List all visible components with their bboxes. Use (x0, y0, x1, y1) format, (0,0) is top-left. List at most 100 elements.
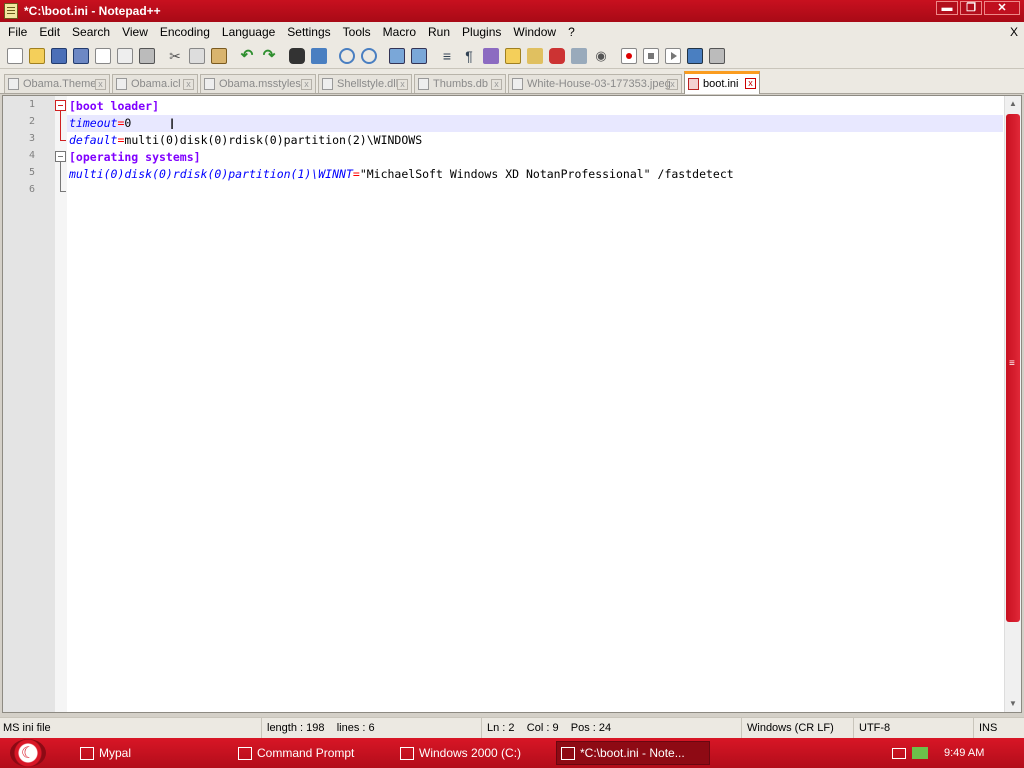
menu-run[interactable]: Run (422, 22, 456, 43)
menu-encoding[interactable]: Encoding (154, 22, 216, 43)
menu-tools[interactable]: Tools (337, 22, 377, 43)
status-lines: lines : 6 (336, 722, 375, 734)
print-icon[interactable] (139, 47, 155, 64)
taskbar-item-mypal[interactable]: Mypal (76, 741, 226, 765)
record-macro-icon[interactable] (621, 47, 637, 64)
find-icon[interactable] (289, 47, 305, 64)
clock[interactable]: 9:49 AM (944, 747, 984, 759)
code-line[interactable]: default=multi(0)disk(0)rdisk(0)partition… (67, 132, 1003, 149)
taskbar-item-windows-2000-c[interactable]: Windows 2000 (C:) (396, 741, 550, 765)
menu-window[interactable]: Window (507, 22, 562, 43)
line-number: 6 (28, 184, 35, 195)
ini-section: [boot loader] (69, 99, 160, 113)
close-document-button[interactable]: X (1010, 25, 1018, 39)
replace-icon[interactable] (311, 47, 327, 64)
undo-icon[interactable]: ↶ (239, 47, 255, 64)
editor[interactable]: 1 2 3 4 5 6 [boot loader] timeout=0 defa… (2, 95, 1022, 713)
start-button[interactable] (10, 739, 46, 767)
close-button[interactable]: ✕ (984, 1, 1020, 15)
zoom-in-icon[interactable] (339, 47, 355, 64)
sync-horizontal-scroll-icon[interactable] (411, 47, 427, 64)
maximize-button[interactable]: ❐ (960, 1, 982, 15)
code-line-current[interactable]: timeout=0 (67, 115, 1003, 132)
taskbar-item-command-prompt[interactable]: Command Prompt (234, 741, 390, 765)
close-file-icon[interactable] (95, 47, 111, 64)
menu-bar: File Edit Search View Encoding Language … (0, 22, 1024, 43)
code-line[interactable] (67, 183, 1003, 200)
indent-guide-icon[interactable] (483, 47, 499, 64)
paste-icon[interactable] (211, 47, 227, 64)
menu-view[interactable]: View (116, 22, 154, 43)
ini-key: timeout (69, 116, 118, 130)
tab-close-icon[interactable]: x (397, 79, 408, 90)
window-controls: ▬ ❐ ✕ (936, 1, 1020, 15)
document-map-icon[interactable] (527, 47, 543, 64)
fold-toggle-icon[interactable] (55, 100, 66, 111)
save-icon[interactable] (51, 47, 67, 64)
code-line[interactable]: [boot loader] (67, 98, 1003, 115)
tab-white-house-jpeg[interactable]: White-House-03-177353.jpeg x (508, 74, 682, 93)
tab-obama-msstyles[interactable]: Obama.msstyles x (200, 74, 316, 93)
tab-close-icon[interactable]: x (183, 79, 194, 90)
code-line[interactable]: multi(0)disk(0)rdisk(0)partition(1)\WINN… (67, 166, 1003, 183)
file-icon (418, 78, 429, 90)
copy-icon[interactable] (189, 47, 205, 64)
tab-close-icon[interactable]: x (95, 79, 106, 90)
tab-obama-icl[interactable]: Obama.icl x (112, 74, 198, 93)
scroll-down-icon[interactable]: ▼ (1005, 696, 1021, 712)
status-position: Ln : 2 Col : 9 Pos : 24 (484, 718, 742, 739)
show-all-chars-icon[interactable]: ¶ (461, 48, 477, 64)
close-all-icon[interactable] (117, 47, 133, 64)
function-list-icon[interactable] (549, 47, 565, 64)
user-defined-language-icon[interactable] (505, 47, 521, 64)
fold-toggle-icon[interactable] (55, 151, 66, 162)
eye-icon[interactable]: ◉ (593, 48, 609, 64)
menu-search[interactable]: Search (66, 22, 116, 43)
new-file-icon[interactable] (7, 47, 23, 64)
menu-macro[interactable]: Macro (377, 22, 422, 43)
file-icon (8, 78, 19, 90)
tab-close-icon[interactable]: x (745, 78, 756, 89)
zoom-out-icon[interactable] (361, 47, 377, 64)
menu-help[interactable]: ? (562, 22, 581, 43)
scrollbar-thumb[interactable] (1006, 114, 1020, 622)
status-encoding: UTF-8 (856, 718, 974, 739)
cut-icon[interactable]: ✂ (167, 48, 183, 64)
network-icon[interactable] (912, 747, 928, 759)
tab-close-icon[interactable]: x (667, 79, 678, 90)
vertical-scrollbar[interactable]: ▲ ▼ (1004, 96, 1021, 712)
tab-thumbs-db[interactable]: Thumbs.db x (414, 74, 506, 93)
taskbar-item-notepad-plus-plus[interactable]: *C:\boot.ini - Note... (556, 741, 710, 765)
toolbar: ✂ ↶ ↷ ≡ ¶ ◉ (0, 43, 1024, 69)
menu-edit[interactable]: Edit (33, 22, 66, 43)
open-file-icon[interactable] (29, 47, 45, 64)
tab-obama-theme[interactable]: Obama.Theme x (4, 74, 110, 93)
tab-close-icon[interactable]: x (491, 79, 502, 90)
tab-shellstyle-dll[interactable]: Shellstyle.dll x (318, 74, 412, 93)
menu-file[interactable]: File (2, 22, 33, 43)
save-all-icon[interactable] (73, 47, 89, 64)
sync-scroll-icon[interactable] (389, 47, 405, 64)
window-title: *C:\boot.ini - Notepad++ (24, 4, 161, 18)
tab-label: Obama.Theme (23, 78, 97, 90)
menu-language[interactable]: Language (216, 22, 281, 43)
minimize-button[interactable]: ▬ (936, 1, 958, 15)
play-macro-icon[interactable] (665, 47, 681, 64)
menu-settings[interactable]: Settings (281, 22, 336, 43)
tab-boot-ini[interactable]: boot.ini x (684, 71, 760, 94)
scroll-up-icon[interactable]: ▲ (1005, 96, 1021, 112)
tab-close-icon[interactable]: x (301, 79, 312, 90)
line-number: 4 (28, 150, 35, 161)
folder-monitor-icon[interactable] (571, 47, 587, 64)
save-macro-icon[interactable] (709, 47, 725, 64)
line-number: 1 (28, 99, 35, 110)
file-icon (116, 78, 127, 90)
redo-icon[interactable]: ↷ (261, 47, 277, 64)
keyboard-icon[interactable] (892, 747, 906, 759)
menu-plugins[interactable]: Plugins (456, 22, 507, 43)
system-tray: 9:49 AM (884, 738, 1024, 768)
word-wrap-icon[interactable]: ≡ (439, 48, 455, 64)
stop-macro-icon[interactable] (643, 47, 659, 64)
code-line[interactable]: [operating systems] (67, 149, 1003, 166)
run-macro-multiple-icon[interactable] (687, 47, 703, 64)
